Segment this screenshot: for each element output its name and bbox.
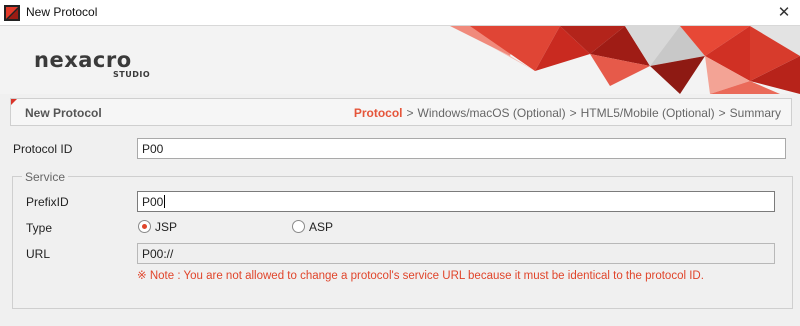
corner-marker-icon: [11, 99, 17, 105]
window-titlebar: New Protocol ✕: [0, 0, 800, 26]
url-value: P00://: [142, 247, 174, 261]
service-url-note: ※ Note : You are not allowed to change a…: [137, 270, 704, 282]
header-banner: nexacro STUDIO: [0, 26, 800, 94]
step-separator: >: [718, 106, 726, 120]
step-protocol: Protocol: [353, 106, 403, 120]
service-group-label: Service: [22, 170, 69, 184]
radio-unselected-icon: [292, 220, 305, 233]
type-label: Type: [26, 221, 53, 235]
step-summary: Summary: [729, 106, 781, 120]
prefix-id-value: P00: [142, 195, 164, 209]
window-title: New Protocol: [26, 5, 98, 19]
banner-decoration: [450, 26, 800, 94]
url-label: URL: [26, 247, 51, 261]
close-icon: ✕: [777, 4, 791, 21]
wizard-title: New Protocol: [25, 106, 102, 120]
type-option-jsp-label: JSP: [155, 220, 178, 234]
logo-subtitle: STUDIO: [113, 70, 151, 79]
step-html5-mobile: HTML5/Mobile (Optional): [580, 106, 715, 120]
wizard-step-header: New Protocol Protocol > Windows/macOS (Opt…: [10, 98, 792, 126]
logo-wordmark: nexacro: [34, 48, 132, 72]
protocol-id-input[interactable]: P00: [137, 138, 786, 159]
radio-selected-icon: [138, 220, 151, 233]
wizard-steps: Protocol > Windows/macOS (Optional) > HTML5/…: [354, 106, 781, 120]
text-caret: [164, 195, 166, 208]
type-option-asp-label: ASP: [309, 220, 334, 234]
protocol-id-value: P00: [142, 142, 164, 156]
nexacro-studio-logo: nexacro STUDIO: [34, 48, 150, 80]
step-windows-macos: Windows/macOS (Optional): [417, 106, 566, 120]
step-separator: >: [406, 106, 414, 120]
url-input[interactable]: P00://: [137, 243, 775, 264]
prefix-id-input[interactable]: P00: [137, 191, 775, 212]
nexacro-app-icon: [4, 5, 20, 21]
close-button[interactable]: ✕: [768, 0, 800, 26]
protocol-id-label: Protocol ID: [13, 142, 73, 156]
prefix-id-label: PrefixID: [26, 195, 69, 209]
step-separator: >: [569, 106, 577, 120]
